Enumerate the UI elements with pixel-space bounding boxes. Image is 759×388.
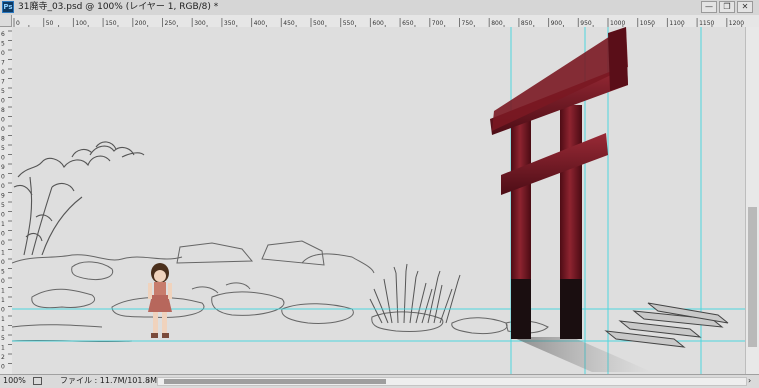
ruler-label: 5 [1,145,5,152]
rocks-sketch [12,240,549,343]
ruler-label: 650 [402,20,414,27]
ruler-label: 9 [1,193,5,200]
ruler-label: 300 [194,20,206,27]
ruler-label: 0 [1,259,5,266]
photoshop-icon: Ps [2,1,14,13]
ruler-label: 1 [1,221,5,228]
artwork [12,27,745,374]
ruler-label: 250 [165,20,177,27]
ruler-label: 0 [1,240,5,247]
ruler-label: 8 [1,136,5,143]
ruler-label: 1100 [669,20,684,27]
ruler-label: 0 [16,20,20,27]
ruler-label: 150 [105,20,117,27]
ruler-label: 0 [1,98,5,105]
ruler-label: 5 [1,269,5,276]
ruler-label: 850 [521,20,533,27]
ruler-label: 0 [1,231,5,238]
file-size-info: ファイル : 11.7M/101.8M [60,376,157,385]
ruler-label: 1150 [699,20,714,27]
ruler-label: 6 [1,31,5,38]
status-bar: 100% ファイル : 11.7M/101.8M › › [0,374,759,388]
ruler-label: 0 [1,174,5,181]
restore-button[interactable]: ❐ [719,1,735,13]
ruler-label: 350 [224,20,236,27]
ruler-label: 550 [343,20,355,27]
ruler-label: 1 [1,345,5,352]
document-canvas[interactable] [12,27,745,374]
ruler-label: 5 [1,41,5,48]
horizontal-scroll-thumb[interactable] [164,379,386,384]
ruler-label: 400 [254,20,266,27]
vertical-scrollbar[interactable] [745,27,759,374]
ruler-label: 1050 [640,20,655,27]
ruler-label: 100 [75,20,87,27]
ruler-label: 2 [1,354,5,361]
ruler-label: 50 [46,20,54,27]
scroll-right-arrow[interactable]: › [748,375,751,387]
document-title: 31廃寺_03.psd @ 100% (レイヤー 1, RGB/8) * [18,2,219,12]
ruler-label: 0 [1,126,5,133]
ruler-label: 0 [1,183,5,190]
stone-steps [604,302,729,348]
ruler-label: 0 [1,278,5,285]
document-info-icon[interactable] [33,377,42,385]
vertical-scroll-thumb[interactable] [748,207,757,347]
ruler-label: 1 [1,326,5,333]
ruler-label: 1 [1,250,5,257]
ruler-label: 7 [1,79,5,86]
ruler-label: 0 [1,307,5,314]
ruler-label: 500 [313,20,325,27]
ruler-label: 600 [372,20,384,27]
minimize-button[interactable]: — [701,1,717,13]
ruler-label: 0 [1,117,5,124]
ruler-label: 0 [1,69,5,76]
ruler-label: 1 [1,316,5,323]
ruler-label: 0 [1,155,5,162]
ruler-label: 0 [1,212,5,219]
vertical-ruler-ticks: 650707508008509009501001050110115120 [1,30,12,371]
ruler-origin[interactable] [0,15,12,27]
close-button[interactable]: ✕ [737,1,753,13]
ruler-label: 8 [1,107,5,114]
ruler-label: 200 [135,20,147,27]
zoom-level[interactable]: 100% [3,375,26,387]
ruler-label: 0 [1,50,5,57]
ruler-label: 1200 [729,20,744,27]
ruler-label: 5 [1,335,5,342]
girl-character [148,263,172,338]
ruler-label: 950 [580,20,592,27]
ruler-label: 5 [1,88,5,95]
ruler-label: 700 [432,20,444,27]
ruler-label: 450 [283,20,295,27]
ruler-label: 750 [462,20,474,27]
ruler-label: 5 [1,202,5,209]
chevron-right-icon[interactable]: › [147,375,150,387]
guide-lines [12,27,745,374]
ruler-label: 9 [1,164,5,171]
reeds-sketch [369,263,461,324]
ruler-label: 0 [1,364,5,371]
ruler-label: 1000 [610,20,625,27]
ruler-label: 800 [491,20,503,27]
horizontal-scrollbar[interactable] [157,377,747,386]
tree-sketch [13,141,145,256]
window-titlebar: Ps 31廃寺_03.psd @ 100% (レイヤー 1, RGB/8) * … [0,0,759,16]
ruler-label: 900 [551,20,563,27]
ruler-label: 1 [1,288,5,295]
ruler-label: 1 [1,297,5,304]
ruler-label: 7 [1,60,5,67]
torii-shadow [512,337,652,372]
